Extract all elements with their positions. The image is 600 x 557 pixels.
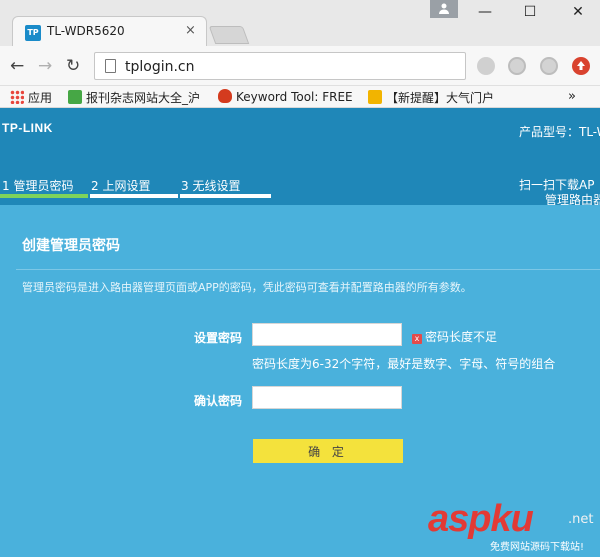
tp-link-logo: TP-LINK (2, 121, 53, 135)
confirm-password-label: 确认密码 (194, 394, 243, 408)
apps-grid-icon (10, 90, 24, 104)
bookmark-item[interactable]: 【新提醒】大气门户 (368, 89, 494, 106)
step-admin-password[interactable]: 1 管理员密码 (2, 177, 73, 194)
router-header: TP-LINK 产品型号：TL-W 1 管理员密码 2 上网设置 3 无线设置 … (0, 108, 600, 207)
password-error: x 密码长度不足 (412, 328, 497, 345)
tp-link-favicon-icon: TP (25, 25, 41, 41)
confirm-password-input[interactable] (252, 386, 402, 409)
step-progress (90, 194, 178, 198)
browser-tab[interactable]: TP TL-WDR5620 × (12, 16, 207, 46)
flame-icon (218, 89, 232, 103)
password-label: 设置密码 (194, 331, 243, 345)
error-text: 密码长度不足 (425, 330, 498, 344)
extension-icon[interactable] (508, 57, 526, 75)
person-icon (438, 2, 450, 14)
bookmark-item[interactable]: Keyword Tool: FREE (218, 89, 353, 104)
browser-titlebar: TP TL-WDR5620 × — ☐ ✕ (0, 0, 600, 46)
back-button[interactable]: ← (10, 56, 24, 76)
step-internet-settings[interactable]: 2 上网设置 (91, 177, 150, 194)
address-text: tplogin.cn (125, 59, 195, 75)
card-title: 创建管理员密码 (22, 238, 120, 254)
profile-button[interactable] (430, 0, 458, 18)
maximize-button[interactable]: ☐ (515, 4, 545, 24)
page-icon (105, 59, 116, 73)
more-bookmarks-button[interactable]: » (568, 89, 576, 104)
watermark-logo: aspku (428, 498, 534, 540)
tab-close-icon[interactable]: × (185, 23, 196, 38)
router-page: TP-LINK 产品型号：TL-W 1 管理员密码 2 上网设置 3 无线设置 … (0, 108, 600, 557)
new-tab-button[interactable] (208, 26, 250, 44)
extension-icon[interactable] (477, 57, 495, 75)
card-description: 管理员密码是进入路由器管理页面或APP的密码，凭此密码可查看并配置路由器的所有参… (22, 281, 472, 294)
bookmark-apps[interactable]: 应用 (10, 89, 52, 106)
product-model: 产品型号：TL-W (519, 125, 600, 139)
tab-title: TL-WDR5620 (47, 24, 125, 38)
divider (16, 269, 600, 270)
reload-button[interactable]: ↻ (66, 56, 80, 76)
password-input[interactable] (252, 323, 402, 346)
aspku-watermark: aspku .net 免费网站源码下载站! (428, 498, 600, 557)
address-bar[interactable]: tplogin.cn (94, 52, 466, 80)
watermark-domain: .net (568, 512, 594, 527)
bookmark-item[interactable]: 报刊杂志网站大全_沪 (68, 89, 200, 106)
password-hint: 密码长度为6-32个字符，最好是数字、字母、符号的组合 (252, 357, 556, 371)
minimize-button[interactable]: — (470, 4, 500, 24)
bookmarks-bar: 应用 报刊杂志网站大全_沪 Keyword Tool: FREE 【新提醒】大气… (0, 86, 600, 108)
browser-toolbar: ← → ↻ tplogin.cn (0, 46, 600, 86)
error-icon: x (412, 334, 422, 344)
green-c-icon (68, 90, 82, 104)
close-window-button[interactable]: ✕ (563, 4, 593, 24)
watermark-slogan: 免费网站源码下载站! (490, 542, 585, 553)
step-progress (180, 194, 271, 198)
extension-icon[interactable] (540, 57, 558, 75)
confirm-button[interactable]: 确 定 (253, 439, 403, 463)
step-progress-active (0, 194, 88, 198)
step-wireless-settings[interactable]: 3 无线设置 (181, 177, 240, 194)
trophy-icon (368, 90, 382, 104)
extension-icon[interactable] (572, 57, 590, 75)
forward-button[interactable]: → (38, 56, 52, 76)
